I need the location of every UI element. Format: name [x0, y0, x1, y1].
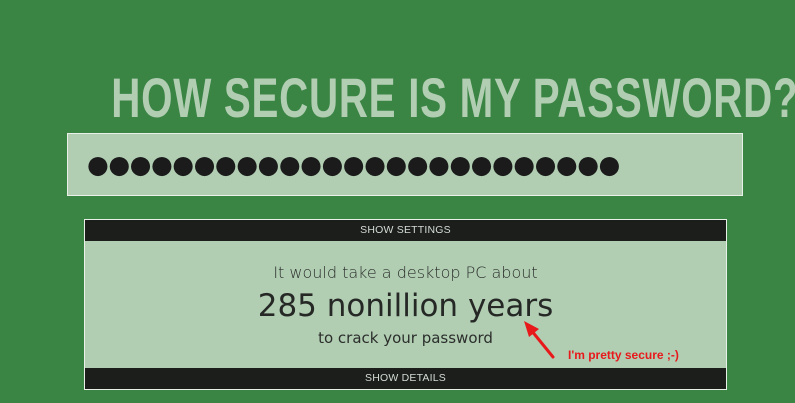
- annotation-text: I'm pretty secure ;-): [568, 348, 679, 362]
- annotation-arrow-icon: [524, 321, 555, 359]
